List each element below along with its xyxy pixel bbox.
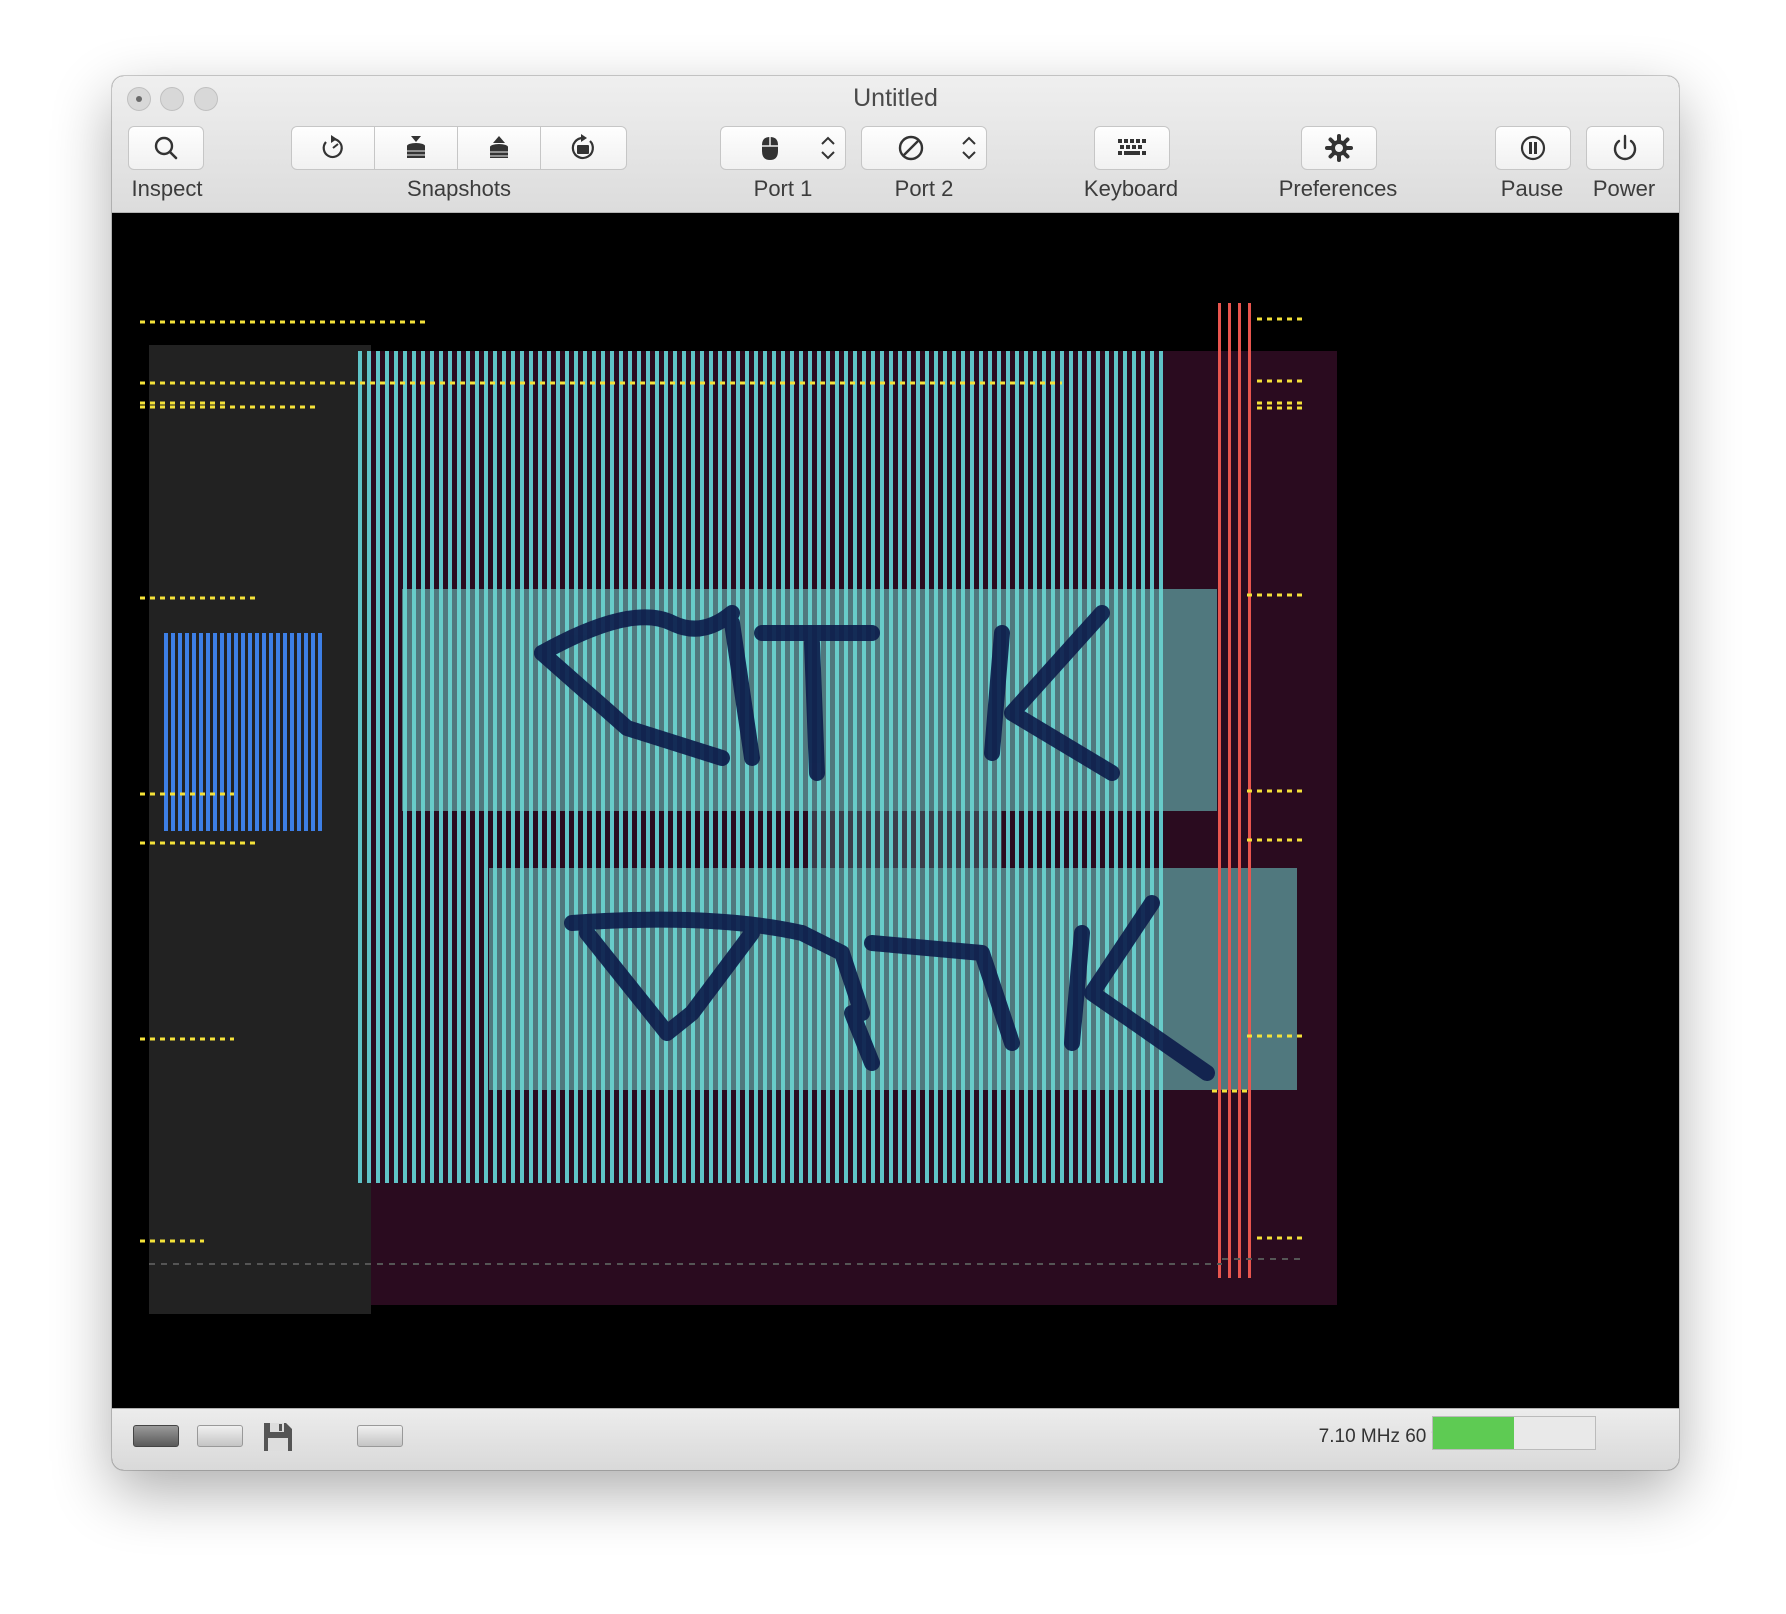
- cyan-stripe: [385, 351, 389, 1183]
- keyboard-label: Keyboard: [1083, 176, 1179, 201]
- power-button[interactable]: [1586, 126, 1664, 170]
- preferences-label: Preferences: [1278, 176, 1398, 201]
- red-sprite-line: [1238, 303, 1241, 1278]
- titlebar: Untitled Inspect Snapshots Port 1 Port 2…: [112, 76, 1679, 213]
- blue-sprite-column: [304, 633, 308, 831]
- port1-popup[interactable]: [720, 126, 846, 170]
- inspect-button[interactable]: [128, 126, 204, 170]
- preferences-button[interactable]: [1301, 126, 1377, 170]
- power-icon: [1613, 134, 1637, 161]
- blue-sprite-column: [311, 633, 315, 831]
- red-sprite-line: [1218, 303, 1221, 1278]
- datasette-icon[interactable]: [357, 1425, 403, 1447]
- inspect-label: Inspect: [131, 176, 203, 201]
- speed-gauge: [1432, 1416, 1596, 1450]
- blue-sprite-column: [234, 633, 238, 831]
- blue-sprite-column: [297, 633, 301, 831]
- emulator-window: Untitled Inspect Snapshots Port 1 Port 2…: [112, 76, 1679, 1470]
- mouse-icon: [762, 137, 778, 160]
- drive-8-icon[interactable]: [133, 1425, 179, 1447]
- blue-sprite-column: [283, 633, 287, 831]
- logo-stroke: [804, 635, 825, 781]
- side-panel: [149, 345, 371, 1314]
- cyan-stripe: [376, 351, 380, 1183]
- cyan-stripe: [367, 351, 371, 1183]
- blue-sprite-column: [199, 633, 203, 831]
- port2-label: Port 2: [894, 176, 954, 201]
- restore-snapshot-button[interactable]: [458, 127, 541, 169]
- snapshots-label: Snapshots: [407, 176, 511, 201]
- pause-button[interactable]: [1495, 126, 1571, 170]
- port1-label: Port 1: [753, 176, 813, 201]
- pause-icon: [1520, 135, 1546, 161]
- take-snapshot-icon: [322, 135, 343, 159]
- emulator-screen: [112, 213, 1679, 1409]
- blue-sprite-column: [276, 633, 280, 831]
- status-bar: 7.10 MHz 60 fps: [112, 1408, 1679, 1470]
- blue-sprite-column: [185, 633, 189, 831]
- cyan-stripe: [394, 351, 398, 1183]
- speed-gauge-fill: [1433, 1417, 1514, 1449]
- blue-sprite-column: [227, 633, 231, 831]
- blue-sprite-column: [269, 633, 273, 831]
- red-sprite-line: [1228, 303, 1231, 1278]
- chevron-updown-icon: [821, 136, 835, 160]
- save-snapshot-button[interactable]: [375, 127, 458, 169]
- emulator-display[interactable]: [112, 213, 1679, 1409]
- take-snapshot-button[interactable]: [292, 127, 375, 169]
- blue-sprite-column: [206, 633, 210, 831]
- logo-stroke: [1064, 925, 1090, 1051]
- keyboard-icon: [1118, 139, 1146, 155]
- snapshots-group: [291, 126, 627, 170]
- restore-snapshot-icon: [490, 136, 508, 158]
- window-title: Untitled: [853, 84, 938, 112]
- blue-sprite-column: [262, 633, 266, 831]
- floppy-disk-icon[interactable]: [262, 1421, 294, 1453]
- blue-sprite-column: [255, 633, 259, 831]
- power-label: Power: [1592, 176, 1656, 201]
- blue-sprite-column: [220, 633, 224, 831]
- keyboard-button[interactable]: [1094, 126, 1170, 170]
- blue-sprite-column: [290, 633, 294, 831]
- blue-sprite-column: [318, 633, 322, 831]
- blue-sprite: [164, 633, 322, 831]
- blue-sprite-column: [164, 633, 168, 831]
- browse-snapshots-button[interactable]: [541, 127, 624, 169]
- blue-sprite-column: [213, 633, 217, 831]
- chevron-updown-icon: [962, 136, 976, 160]
- logo-stroke: [984, 625, 1010, 761]
- blue-sprite-column: [178, 633, 182, 831]
- browse-snapshots-icon: [571, 134, 594, 160]
- pause-label: Pause: [1500, 176, 1564, 201]
- cyan-stripe: [358, 351, 362, 1183]
- blue-sprite-column: [241, 633, 245, 831]
- blue-sprite-column: [248, 633, 252, 831]
- blue-sprite-column: [192, 633, 196, 831]
- no-device-icon: [898, 135, 924, 161]
- magnifier-icon: [154, 136, 178, 160]
- drive-9-icon[interactable]: [197, 1425, 243, 1447]
- save-snapshot-icon: [407, 136, 425, 158]
- port2-popup[interactable]: [861, 126, 987, 170]
- gear-icon: [1325, 134, 1353, 162]
- blue-sprite-column: [171, 633, 175, 831]
- logo-band-joint: [812, 811, 1002, 868]
